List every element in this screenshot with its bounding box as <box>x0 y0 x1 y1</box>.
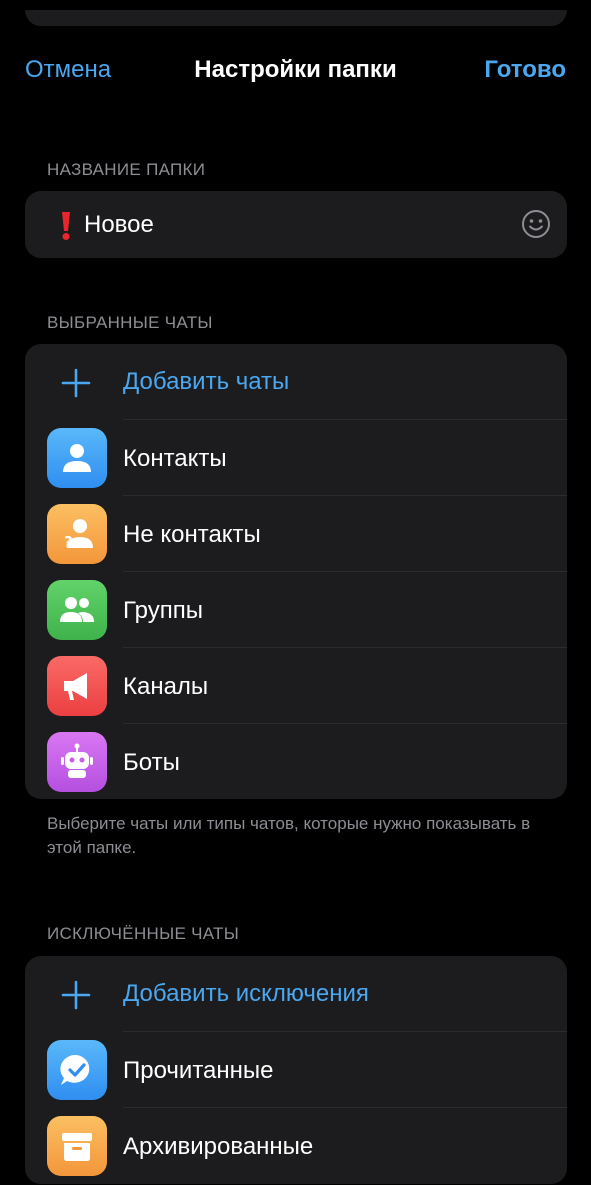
list-item-bots[interactable]: Боты <box>25 724 567 799</box>
list-item-label: Группы <box>123 597 203 624</box>
excluded-chats-card: Добавить исключения Прочитанные Архивиро… <box>25 956 567 1184</box>
archive-box-icon <box>47 1116 107 1176</box>
list-item-groups[interactable]: Группы <box>25 572 567 648</box>
read-check-icon <box>47 1040 107 1100</box>
folder-name-card: Новое <box>25 191 567 258</box>
folder-name-field[interactable]: Новое <box>25 191 567 258</box>
list-item-read[interactable]: Прочитанные <box>25 1032 567 1108</box>
plus-icon <box>61 980 91 1010</box>
list-item-non-contacts[interactable]: ? Не контакты <box>25 496 567 572</box>
list-item-label: Не контакты <box>123 521 261 548</box>
list-item-label: Прочитанные <box>123 1057 274 1084</box>
add-chats-label: Добавить чаты <box>123 368 290 395</box>
group-icon <box>47 580 107 640</box>
list-item-archived[interactable]: Архивированные <box>25 1108 567 1184</box>
add-exceptions-label: Добавить исключения <box>123 980 369 1007</box>
sheet-top-edge <box>25 10 567 26</box>
folder-name-header: НАЗВАНИЕ ПАПКИ <box>47 160 206 179</box>
included-chats-card: Добавить чаты Контакты ? Не контакты Гру… <box>25 344 567 799</box>
included-chats-footnote: Выберите чаты или типы чатов, которые ну… <box>47 814 531 857</box>
add-chats-button[interactable]: Добавить чаты <box>25 344 567 420</box>
robot-icon <box>47 732 107 792</box>
list-item-label: Каналы <box>123 673 209 700</box>
smiley-icon[interactable] <box>521 209 551 239</box>
person-icon <box>47 428 107 488</box>
plus-icon <box>61 368 91 398</box>
list-item-channels[interactable]: Каналы <box>25 648 567 724</box>
unknown-person-icon: ? <box>47 504 107 564</box>
svg-text:?: ? <box>64 533 73 551</box>
excluded-chats-header: ИСКЛЮЧЁННЫЕ ЧАТЫ <box>47 924 240 943</box>
list-item-label: Контакты <box>123 445 227 472</box>
folder-name-input[interactable]: Новое <box>84 211 154 239</box>
done-button[interactable]: Готово <box>484 56 566 84</box>
list-item-label: Боты <box>123 749 180 776</box>
add-exceptions-button[interactable]: Добавить исключения <box>25 956 567 1032</box>
list-item-label: Архивированные <box>123 1133 314 1160</box>
red-exclamation-icon <box>54 211 78 241</box>
included-chats-header: ВЫБРАННЫЕ ЧАТЫ <box>47 313 213 332</box>
navigation-bar: Отмена Настройки папки Готово <box>0 50 591 90</box>
list-item-contacts[interactable]: Контакты <box>25 420 567 496</box>
megaphone-icon <box>47 656 107 716</box>
